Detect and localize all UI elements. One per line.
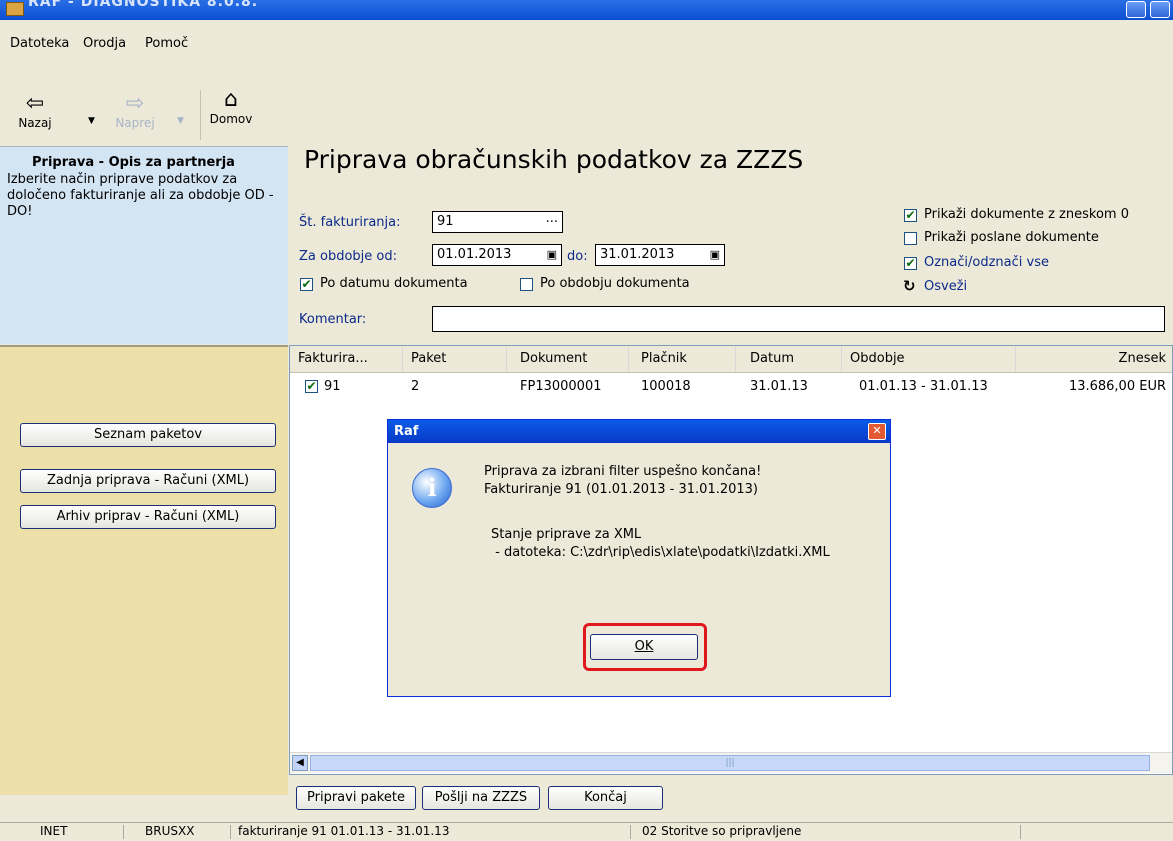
arrow-right-icon: ⇨ — [125, 91, 145, 116]
comment-field[interactable] — [432, 306, 1165, 332]
page-title: Priprava obračunskih podatkov za ZZZS — [304, 145, 804, 174]
sidebar-description-panel: Priprava - Opis za partnerja Izberite na… — [0, 146, 288, 344]
show-zero-label: Prikaži dokumente z zneskom 0 — [924, 207, 1129, 222]
ok-button[interactable]: OK — [590, 634, 698, 660]
column-header-placnik[interactable]: Plačnik — [629, 346, 736, 372]
status-message: 02 Storitve so pripravljene — [642, 824, 802, 838]
column-header-datum[interactable]: Datum — [736, 346, 842, 372]
back-button[interactable]: ⇦ Nazaj — [5, 91, 65, 131]
by-doc-period-label: Po obdobju dokumenta — [540, 276, 690, 291]
status-separator — [1020, 825, 1021, 839]
status-connection: INET — [40, 824, 68, 838]
package-list-button[interactable]: Seznam paketov — [20, 423, 276, 447]
send-zzzs-button[interactable]: Pošlji na ZZZS — [422, 786, 540, 810]
by-doc-period-checkbox[interactable] — [520, 278, 533, 291]
toggle-all-label[interactable]: Označi/odznači vse — [924, 255, 1049, 270]
dialog-line-1: Priprava za izbrani filter uspešno konča… — [484, 464, 762, 479]
period-to-label: do: — [567, 249, 588, 264]
status-separator — [230, 825, 231, 839]
home-icon: ⌂ — [224, 87, 238, 112]
refresh-link[interactable]: Osveži — [924, 279, 967, 294]
status-separator — [123, 825, 124, 839]
cell-obdobje: 01.01.13 - 31.01.13 — [859, 379, 988, 394]
menu-datoteka[interactable]: Datoteka — [10, 36, 69, 51]
info-icon: i — [412, 468, 452, 508]
period-from-label: Za obdobje od: — [299, 249, 397, 264]
preparation-archive-button[interactable]: Arhiv priprav - Računi (XML) — [20, 505, 276, 529]
dialog-line-3: Stanje priprave za XML — [491, 527, 642, 542]
finish-button[interactable]: Končaj — [548, 786, 663, 810]
app-icon — [6, 2, 24, 16]
column-header-znesek[interactable]: Znesek — [1016, 346, 1172, 372]
dialog-line-2: Fakturiranje 91 (01.01.2013 - 31.01.2013… — [484, 482, 759, 497]
sidebar-actions-panel: Seznam paketov Zadnja priprava - Računi … — [0, 345, 288, 795]
home-button[interactable]: ⌂ Domov — [206, 87, 256, 127]
minimize-button[interactable] — [1126, 1, 1146, 18]
window-titlebar: RAF - DIAGNOSTIKA 8.0.8. — [0, 0, 1173, 20]
last-preparation-button[interactable]: Zadnja priprava - Računi (XML) — [20, 469, 276, 493]
invoice-label: Št. fakturiranja: — [299, 215, 401, 230]
table-row[interactable]: ✔ 91 2 FP13000001 100018 31.01.13 01.01.… — [290, 374, 1172, 398]
browse-icon[interactable]: ... — [546, 209, 558, 229]
show-sent-checkbox[interactable] — [904, 232, 917, 245]
menu-orodja[interactable]: Orodja — [83, 36, 126, 51]
period-from-field[interactable]: 01.01.2013 ▣ — [432, 244, 562, 266]
horizontal-scrollbar[interactable]: ◀ ||| — [290, 752, 1172, 773]
grid-header: Fakturira... Paket Dokument Plačnik Datu… — [290, 346, 1172, 373]
status-bar: INET BRUSXX fakturiranje 91 01.01.13 - 3… — [0, 822, 1173, 841]
dialog-titlebar: Raf ✕ — [388, 420, 890, 443]
message-dialog: Raf ✕ i Priprava za izbrani filter uspeš… — [387, 419, 891, 697]
scroll-thumb[interactable]: ||| — [310, 755, 1150, 771]
cell-fakturiranje: 91 — [324, 379, 341, 394]
forward-dropdown-icon[interactable]: ▼ — [177, 116, 184, 126]
column-header-obdobje[interactable]: Obdobje — [842, 346, 1016, 372]
sidebar-heading: Priprava - Opis za partnerja — [32, 155, 235, 170]
invoice-number-field[interactable]: 91 ... — [432, 211, 563, 233]
cell-dokument: FP13000001 — [520, 379, 602, 394]
forward-button[interactable]: ⇨ Naprej — [105, 91, 165, 131]
period-to-field[interactable]: 31.01.2013 ▣ — [595, 244, 725, 266]
cell-paket: 2 — [411, 379, 420, 394]
column-header-fakturiranje[interactable]: Fakturira... — [290, 346, 403, 372]
arrow-left-icon: ⇦ — [25, 91, 45, 116]
refresh-icon[interactable]: ↻ — [903, 277, 916, 295]
comment-label: Komentar: — [299, 312, 367, 327]
column-header-paket[interactable]: Paket — [403, 346, 507, 372]
prepare-packages-button[interactable]: Pripravi pakete — [296, 786, 416, 810]
status-invoicing: fakturiranje 91 01.01.13 - 31.01.13 — [238, 824, 450, 838]
cell-znesek: 13.686,00 EUR — [1068, 379, 1166, 394]
dialog-title: Raf — [394, 424, 419, 439]
status-user: BRUSXX — [145, 824, 195, 838]
status-separator — [630, 825, 631, 839]
row-select-checkbox[interactable]: ✔ — [305, 380, 318, 393]
maximize-button[interactable] — [1150, 1, 1170, 18]
menu-pomoc[interactable]: Pomoč — [145, 36, 188, 51]
column-header-dokument[interactable]: Dokument — [507, 346, 629, 372]
show-sent-label: Prikaži poslane dokumente — [924, 230, 1099, 245]
show-zero-checkbox[interactable]: ✔ — [904, 209, 917, 222]
toggle-all-checkbox[interactable]: ✔ — [904, 257, 917, 270]
by-doc-date-checkbox[interactable]: ✔ — [300, 278, 313, 291]
sidebar-description: Izberite način priprave podatkov za dolo… — [7, 172, 274, 219]
cell-placnik: 100018 — [641, 379, 691, 394]
dialog-line-4: - datoteka: C:\zdr\rip\edis\xlate\podatk… — [491, 545, 830, 560]
calendar-dropdown-icon[interactable]: ▣ — [710, 245, 720, 265]
toolbar-separator — [200, 90, 201, 140]
back-dropdown-icon[interactable]: ▼ — [88, 116, 95, 126]
by-doc-date-label: Po datumu dokumenta — [320, 276, 468, 291]
cell-datum: 31.01.13 — [750, 379, 808, 394]
window-title: RAF - DIAGNOSTIKA 8.0.8. — [28, 0, 259, 10]
calendar-dropdown-icon[interactable]: ▣ — [547, 245, 557, 265]
scroll-left-icon[interactable]: ◀ — [292, 755, 308, 771]
dialog-close-button[interactable]: ✕ — [868, 423, 886, 440]
